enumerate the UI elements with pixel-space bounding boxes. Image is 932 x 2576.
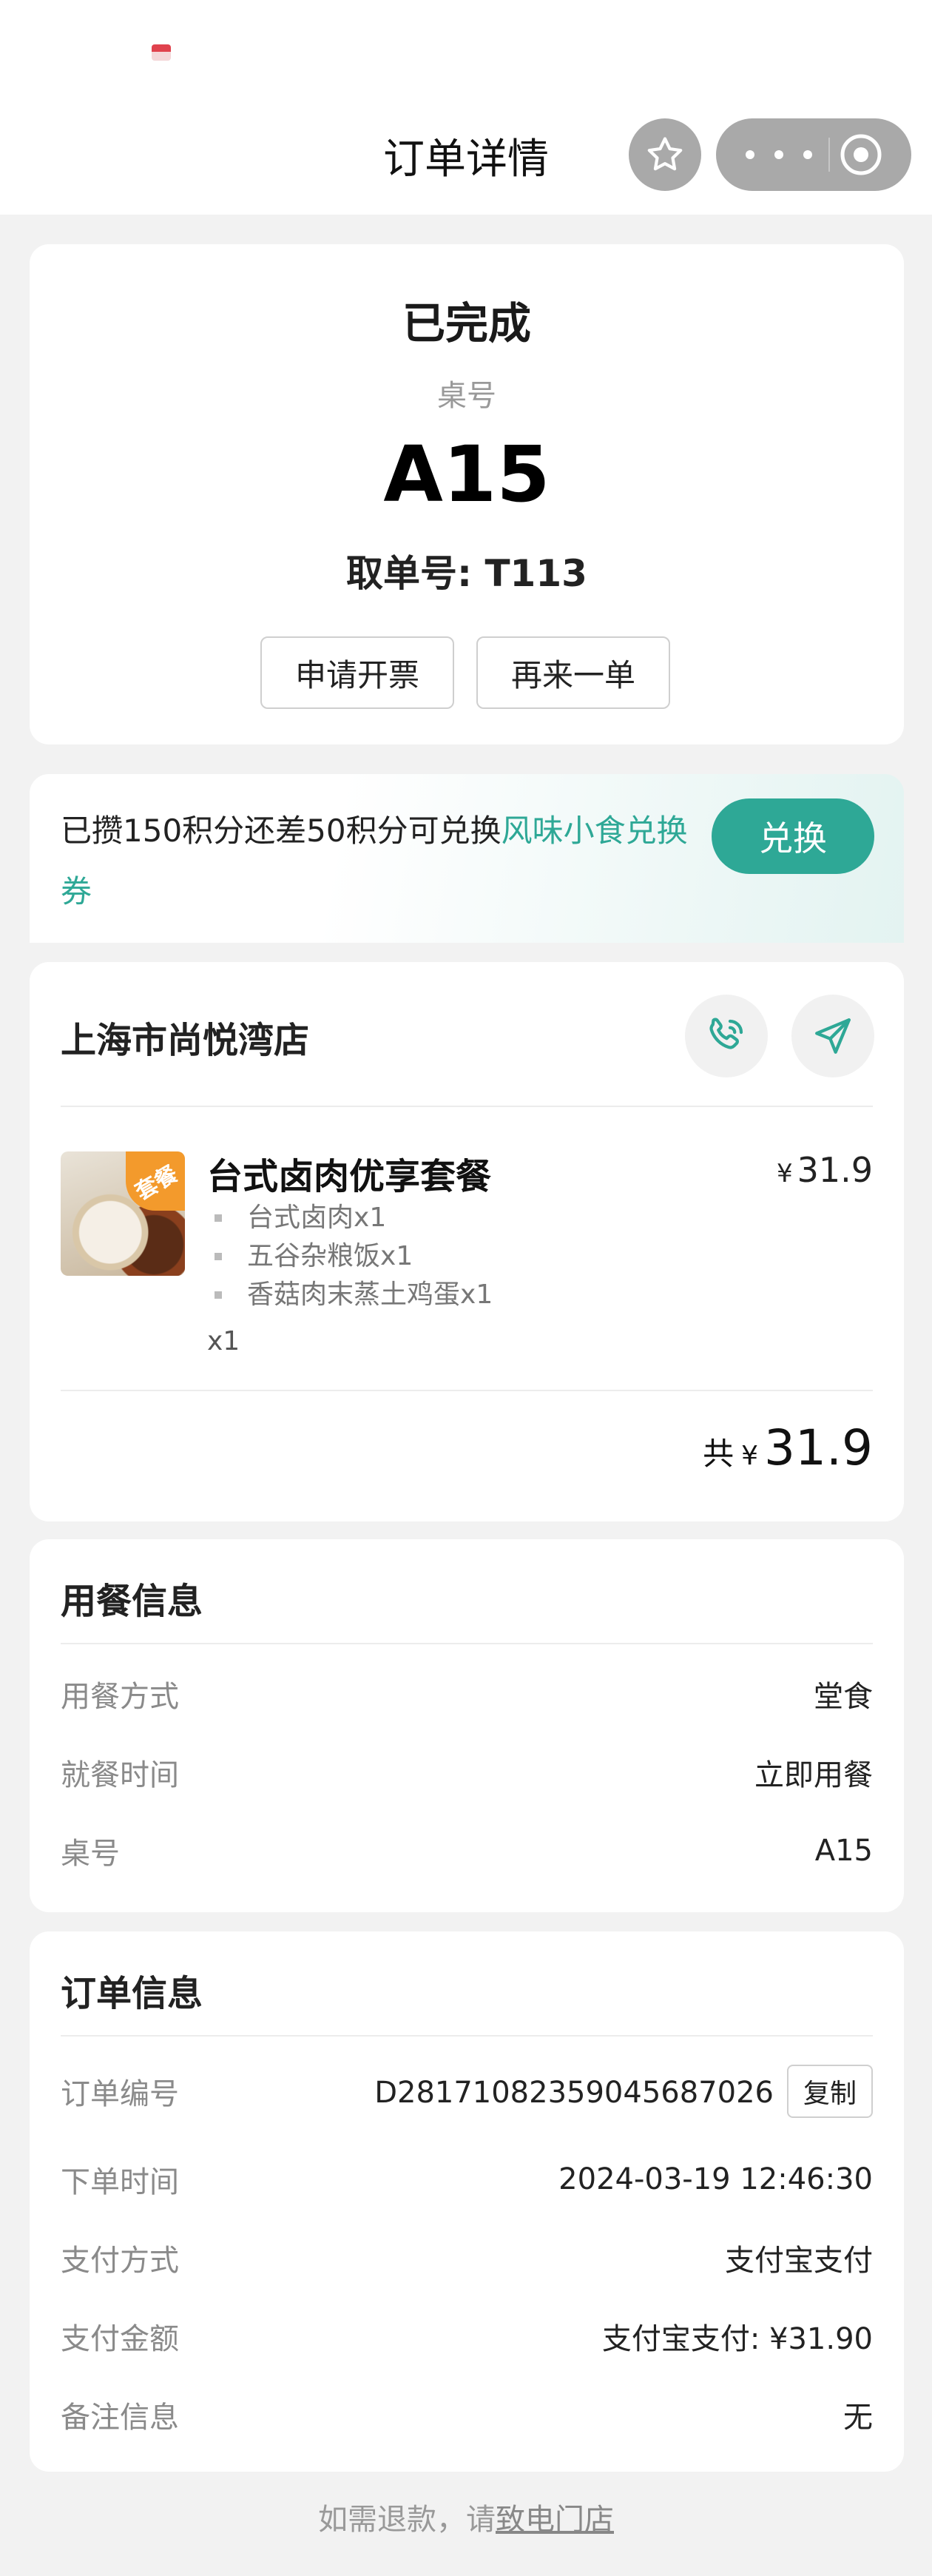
- pickup-number: 取单号: T113: [346, 552, 587, 595]
- more-button[interactable]: [746, 118, 812, 191]
- sub-item-qty: x1: [460, 1279, 493, 1310]
- divider: [61, 1106, 873, 1107]
- store-name: 上海市尚悦湾店: [61, 1020, 310, 1061]
- more-dot: [803, 150, 812, 159]
- redeem-button[interactable]: 兑换: [712, 798, 874, 874]
- info-row: 桌号 A15: [61, 1829, 873, 1872]
- row-label: 订单编号: [61, 2077, 179, 2111]
- refund-text: 如需退款，请: [318, 2503, 496, 2537]
- dining-info-card: 用餐信息 用餐方式 堂食 就餐时间 立即用餐 桌号 A15: [30, 1539, 904, 1912]
- row-label: 就餐时间: [61, 1758, 179, 1792]
- copy-button[interactable]: 复制: [786, 2065, 873, 2118]
- row-value: 支付宝支付: ¥31.90: [601, 2322, 873, 2356]
- sub-item-qty: x1: [354, 1203, 387, 1233]
- order-info-card: 订单信息 订单编号 D28171082359045687026 复制 下单时间 20…: [30, 1931, 904, 2472]
- item-quantity: x1: [207, 1326, 240, 1356]
- total-amount: 31.9: [764, 1419, 873, 1476]
- capsule-divider: [828, 138, 830, 172]
- row-value: 堂食: [814, 1680, 873, 1714]
- item-price-value: 31.9: [797, 1150, 873, 1190]
- info-row: 就餐时间 立即用餐: [61, 1751, 873, 1794]
- sub-item-name: 五谷杂粮饭: [247, 1241, 381, 1271]
- sub-item-name: 台式卤肉: [247, 1203, 354, 1233]
- more-dot: [774, 150, 783, 159]
- list-item: 台式卤肉 x1: [207, 1199, 493, 1237]
- info-row: 订单编号 D28171082359045687026 复制: [61, 2065, 873, 2118]
- list-item: 五谷杂粮饭 x1: [207, 1237, 493, 1276]
- total-label: 共: [703, 1436, 735, 1472]
- info-row: 支付金额 支付宝支付: ¥31.90: [61, 2315, 873, 2358]
- combo-badge-label: 套餐: [131, 1160, 183, 1206]
- row-value: 2024-03-19 12:46:30: [558, 2162, 873, 2196]
- row-label: 支付金额: [61, 2322, 179, 2356]
- row-value: 支付宝支付: [725, 2244, 873, 2278]
- bullet: [215, 1291, 222, 1299]
- table-number: A15: [383, 429, 550, 519]
- request-invoice-button[interactable]: 申请开票: [260, 636, 454, 709]
- favorite-button[interactable]: [629, 118, 701, 191]
- sub-item-list: 台式卤肉 x1 五谷杂粮饭 x1 香菇肉末蒸土鸡蛋 x1: [207, 1199, 493, 1314]
- navigation-arrow-icon: [815, 1018, 851, 1054]
- currency-symbol: ¥: [741, 1441, 759, 1471]
- order-total: 共 ¥ 31.9: [703, 1419, 873, 1476]
- item-name: 台式卤肉优享套餐: [207, 1156, 492, 1197]
- row-value: 无: [843, 2401, 873, 2435]
- row-value: 立即用餐: [754, 1758, 873, 1792]
- row-label: 用餐方式: [61, 1680, 179, 1714]
- reorder-button[interactable]: 再来一单: [476, 636, 670, 709]
- store-order-card: 上海市尚悦湾店 套餐 台式卤肉优享套餐 ¥31.9 台式卤肉 x1 五谷杂粮饭 x1…: [30, 962, 904, 1521]
- divider: [61, 2035, 873, 2037]
- call-store-button[interactable]: [685, 995, 768, 1077]
- info-row: 备注信息 无: [61, 2393, 873, 2436]
- bullet: [215, 1214, 222, 1222]
- navigation-bar: 订单详情: [0, 0, 932, 215]
- section-title: 订单信息: [61, 1973, 203, 2014]
- row-value: A15: [814, 1834, 873, 1868]
- row-label: 支付方式: [61, 2244, 179, 2278]
- item-thumbnail: 套餐: [61, 1151, 185, 1276]
- points-message: 已攒150积分还差50积分可兑换风味小食兑换券: [61, 801, 712, 922]
- currency-symbol: ¥: [776, 1159, 793, 1188]
- more-dots-icon: [746, 150, 754, 159]
- app-status-icon: [152, 44, 171, 61]
- points-banner: 已攒150积分还差50积分可兑换风味小食兑换券 兑换: [30, 774, 904, 943]
- points-progress-text: 已攒150积分还差50积分可兑换: [61, 813, 502, 849]
- info-row: 下单时间 2024-03-19 12:46:30: [61, 2158, 873, 2201]
- divider: [61, 1643, 873, 1644]
- section-title: 用餐信息: [61, 1581, 203, 1622]
- info-row: 支付方式 支付宝支付: [61, 2236, 873, 2279]
- order-number-value: D28171082359045687026: [374, 2076, 774, 2110]
- order-status-card: 已完成 桌号 A15 取单号: T113 申请开票 再来一单: [30, 244, 904, 744]
- phone-icon: [709, 1018, 743, 1049]
- bullet: [215, 1253, 222, 1260]
- sub-item-name: 香菇肉末蒸土鸡蛋: [247, 1279, 461, 1310]
- divider: [61, 1390, 873, 1391]
- mini-program-capsule: [716, 118, 911, 191]
- sub-item-qty: x1: [380, 1241, 413, 1271]
- star-icon: [647, 137, 683, 171]
- info-row: 用餐方式 堂食: [61, 1672, 873, 1715]
- item-price: ¥31.9: [777, 1150, 873, 1190]
- order-number: D28171082359045687026 复制: [374, 2065, 873, 2118]
- row-label: 下单时间: [61, 2165, 179, 2199]
- list-item: 香菇肉末蒸土鸡蛋 x1: [207, 1276, 493, 1314]
- combo-badge: 套餐: [126, 1151, 185, 1211]
- navigate-button[interactable]: [791, 995, 874, 1077]
- refund-notice: 如需退款，请致电门店: [0, 2495, 932, 2538]
- close-button[interactable]: [838, 132, 884, 178]
- row-label: 备注信息: [61, 2401, 179, 2435]
- row-label: 桌号: [61, 1837, 120, 1871]
- call-store-link[interactable]: 致电门店: [496, 2503, 614, 2537]
- order-status: 已完成: [402, 298, 531, 349]
- table-label: 桌号: [437, 379, 496, 413]
- target-close-icon: [840, 134, 882, 175]
